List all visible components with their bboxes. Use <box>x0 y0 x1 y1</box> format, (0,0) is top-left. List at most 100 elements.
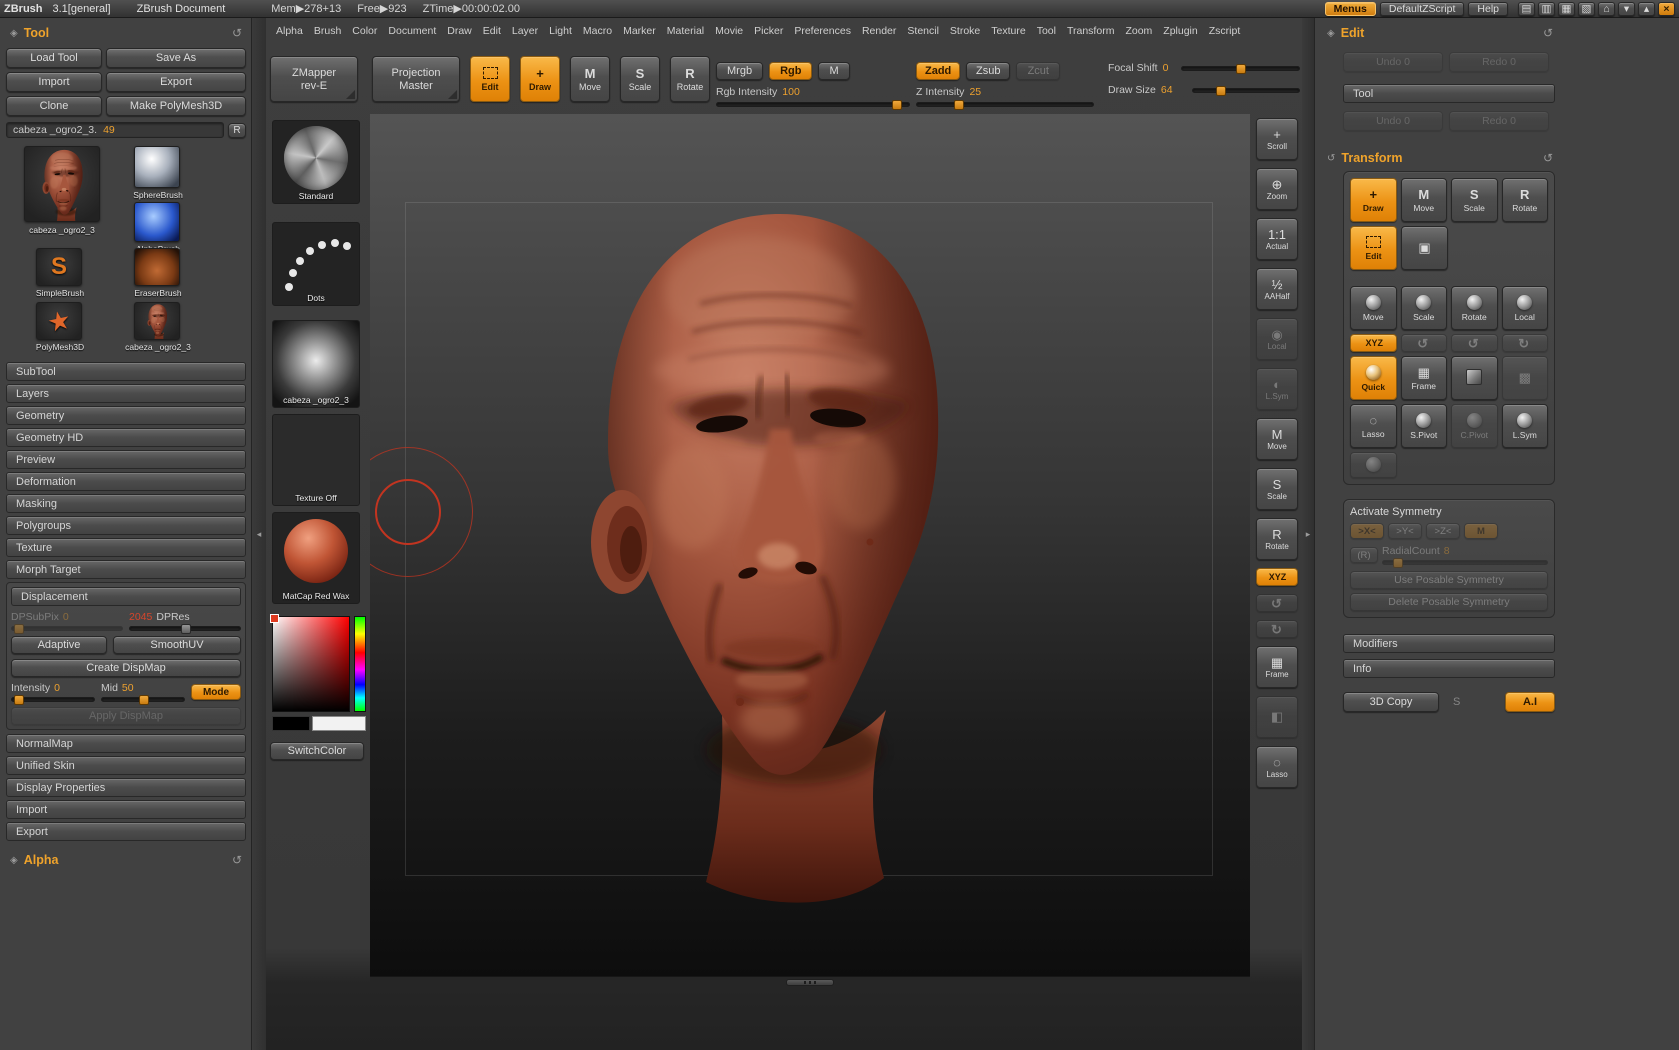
tool-section-header[interactable]: Masking <box>6 494 246 513</box>
create-dispmap-button[interactable]: Create DispMap <box>11 659 241 677</box>
radial-count-slider[interactable]: RadialCount 8 <box>1382 545 1548 568</box>
left-tray-divider[interactable]: ◂ <box>252 18 266 1050</box>
menu-item[interactable]: Draw <box>445 24 474 38</box>
depth-mode-button[interactable]: Zcut <box>1016 62 1061 80</box>
edit-palette-header[interactable]: ◈ Edit ↺ <box>1323 24 1557 42</box>
slider-handle[interactable] <box>14 624 25 634</box>
menus-toggle-button[interactable]: Menus <box>1324 1 1376 16</box>
menu-item[interactable]: Tool <box>1035 24 1058 38</box>
radial-symmetry-button[interactable]: (R) <box>1350 547 1378 563</box>
tool-section-header[interactable]: SubTool <box>6 362 246 381</box>
3d-copy-button[interactable]: 3D Copy <box>1343 692 1439 712</box>
color-mode-button[interactable]: M <box>818 62 850 80</box>
menu-item[interactable]: Transform <box>1065 24 1116 38</box>
tool-thumbnail-alphabrush[interactable] <box>134 202 180 242</box>
transform-mode-button[interactable]: + Draw <box>1350 178 1397 222</box>
tool-section-header[interactable]: Geometry HD <box>6 428 246 447</box>
restore-tool-button[interactable]: R <box>228 122 246 138</box>
tool-thumbnail-simplebrush[interactable]: S <box>36 248 82 286</box>
restore-config-icon[interactable]: ↺ <box>1543 26 1553 40</box>
restore-config-icon[interactable]: ↺ <box>1543 151 1553 165</box>
titlebar-icon-button[interactable]: ▧ <box>1578 1 1595 16</box>
info-section-header[interactable]: Info <box>1343 659 1555 678</box>
shelf-button[interactable]: R Rotate <box>1256 518 1298 560</box>
draw-mode-button[interactable]: R Rotate <box>670 56 710 102</box>
tool-section-header[interactable]: Unified Skin <box>6 756 246 775</box>
slider-handle[interactable] <box>180 624 191 634</box>
transform-gizmo-button[interactable]: Local <box>1501 286 1548 330</box>
tool-section-header[interactable]: Texture <box>6 538 246 557</box>
transform-gizmo-button[interactable]: Scale <box>1400 286 1447 330</box>
tool-action-button[interactable]: Export <box>106 72 246 92</box>
menu-item[interactable]: Light <box>547 24 574 38</box>
current-tool-slider[interactable]: cabeza _ogro2_3. 49 <box>6 122 224 138</box>
menu-item[interactable]: Alpha <box>274 24 305 38</box>
shelf-button[interactable]: ⊕ Zoom <box>1256 168 1298 210</box>
tool-thumbnail-polymesh3d[interactable]: ★ <box>36 302 82 340</box>
rgb-intensity-slider[interactable] <box>716 100 910 110</box>
material-selector[interactable]: MatCap Red Wax <box>272 512 360 604</box>
tool-section-header[interactable]: Preview <box>6 450 246 469</box>
tool-action-button[interactable]: Save As <box>106 48 246 68</box>
shelf-button[interactable]: S Scale <box>1256 468 1298 510</box>
draw-size-slider[interactable] <box>1191 85 1300 96</box>
transform-pivot-button[interactable]: L.Sym <box>1501 404 1548 448</box>
titlebar-icon-button[interactable]: ▦ <box>1558 1 1575 16</box>
intensity-slider[interactable]: Intensity 0 <box>11 682 95 705</box>
titlebar-icon-button[interactable]: ▴ <box>1638 1 1655 16</box>
titlebar-icon-button[interactable]: ▥ <box>1538 1 1555 16</box>
menu-item[interactable]: Brush <box>312 24 343 38</box>
symmetry-axis-button[interactable]: M <box>1464 523 1498 539</box>
transform-quick-button[interactable]: Quick <box>1350 356 1397 400</box>
modifiers-section-header[interactable]: Modifiers <box>1343 634 1555 653</box>
shelf-button[interactable]: ◌ Lasso <box>1256 746 1298 788</box>
transform-pivot-button[interactable]: ◌ Lasso <box>1350 404 1397 448</box>
help-button[interactable]: Help <box>1468 1 1508 16</box>
dpres-slider[interactable]: 2045 DPRes <box>129 611 241 634</box>
tool-action-button[interactable]: Make PolyMesh3D <box>106 96 246 116</box>
menu-item[interactable]: Picker <box>752 24 785 38</box>
slider-handle[interactable] <box>1215 85 1226 96</box>
shelf-button[interactable]: + Scroll <box>1256 118 1298 160</box>
restore-config-icon[interactable]: ↺ <box>232 26 242 40</box>
brush-selector[interactable]: Standard <box>272 120 360 204</box>
shelf-button[interactable]: ↻ <box>1256 620 1298 638</box>
titlebar-icon-button[interactable]: × <box>1658 1 1675 16</box>
menu-item[interactable]: Preferences <box>792 24 853 38</box>
tool-section-header[interactable]: Export <box>6 822 246 841</box>
menu-item[interactable]: Texture <box>989 24 1027 38</box>
tool-action-button[interactable]: Import <box>6 72 102 92</box>
shelf-button[interactable]: ▦ Frame <box>1256 646 1298 688</box>
tool-section-header[interactable]: Import <box>6 800 246 819</box>
slider-handle[interactable] <box>891 100 902 110</box>
slider-handle[interactable] <box>138 695 149 705</box>
tool-section-header[interactable]: NormalMap <box>6 734 246 753</box>
menu-item[interactable]: Color <box>350 24 379 38</box>
menu-item[interactable]: Marker <box>621 24 658 38</box>
transform-edit-button[interactable]: Edit <box>1350 226 1397 270</box>
tool-thumbnail-eraserbrush[interactable] <box>134 248 180 286</box>
shelf-button[interactable]: ½ AAHalf <box>1256 268 1298 310</box>
white-swatch[interactable] <box>312 716 366 731</box>
transform-axis-button[interactable]: ↺ <box>1400 334 1447 352</box>
titlebar-icon-button[interactable]: ⌂ <box>1598 1 1615 16</box>
shelf-button[interactable]: XYZ <box>1256 568 1298 586</box>
tool-palette-header[interactable]: ◈ Tool ↺ <box>6 24 246 42</box>
menu-item[interactable]: Zoom <box>1123 24 1154 38</box>
shelf-button[interactable]: ◧ <box>1256 696 1298 738</box>
default-zscript-button[interactable]: DefaultZScript <box>1379 1 1465 16</box>
tool-section-header[interactable]: Polygroups <box>6 516 246 535</box>
projection-master-button[interactable]: Projection Master <box>372 56 460 102</box>
scrollbar-grip[interactable] <box>786 979 834 986</box>
depth-mode-button[interactable]: Zadd <box>916 62 961 80</box>
transform-pivot-button[interactable]: C.Pivot <box>1451 404 1498 448</box>
stroke-selector[interactable]: Dots <box>272 222 360 306</box>
transform-extra-button[interactable] <box>1350 452 1397 478</box>
mid-slider[interactable]: Mid 50 <box>101 682 185 705</box>
black-swatch[interactable] <box>272 716 310 731</box>
draw-mode-button[interactable]: Edit <box>470 56 510 102</box>
tool-subsection-header[interactable]: Tool <box>1343 84 1555 103</box>
transform-axis-button[interactable]: ↻ <box>1501 334 1548 352</box>
tool-section-header[interactable]: Display Properties <box>6 778 246 797</box>
shelf-button[interactable]: 1:1 Actual <box>1256 218 1298 260</box>
